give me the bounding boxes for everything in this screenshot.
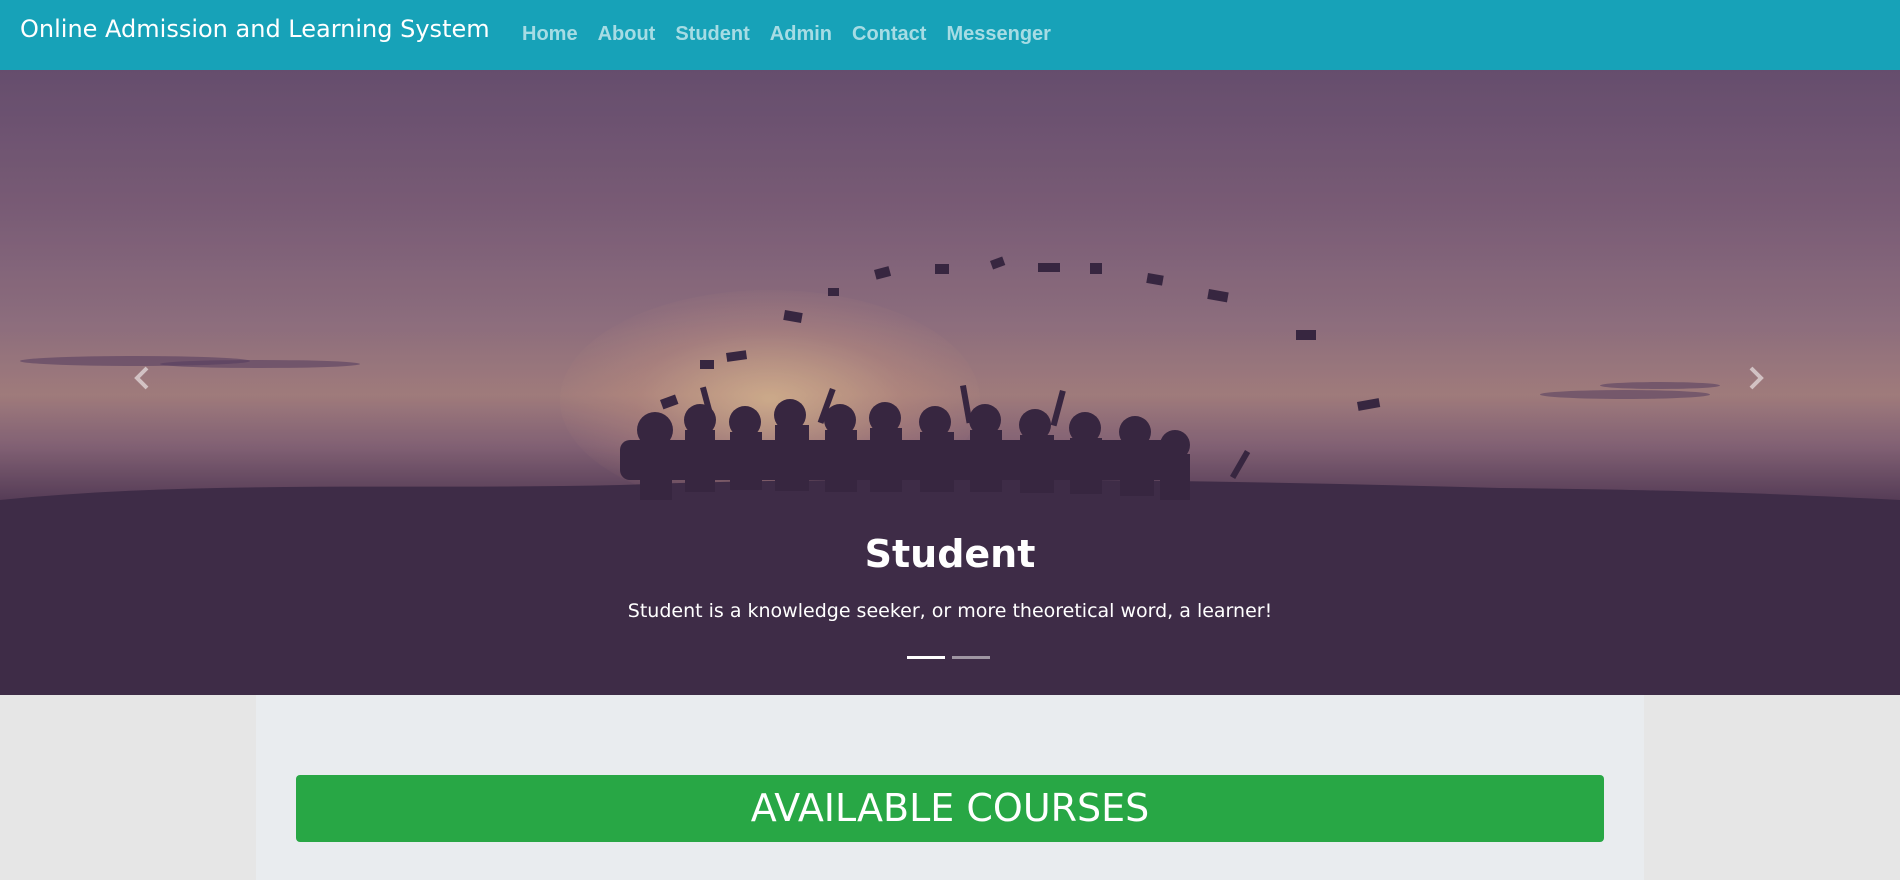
- main-content: AVAILABLE COURSES: [256, 695, 1644, 880]
- nav-link-contact[interactable]: Contact: [852, 23, 926, 46]
- nav-link-student[interactable]: Student: [675, 23, 749, 46]
- nav-link-admin[interactable]: Admin: [770, 23, 832, 46]
- site-brand[interactable]: Online Admission and Learning System: [20, 0, 490, 58]
- slide-title: Student: [864, 532, 1036, 576]
- slide-text: Student is a knowledge seeker, or more t…: [627, 600, 1273, 622]
- nav-link-about[interactable]: About: [598, 23, 656, 46]
- chevron-right-icon: [1749, 366, 1764, 390]
- carousel-caption: Student Student is a knowledge seeker, o…: [0, 532, 1900, 624]
- carousel-prev-button[interactable]: [122, 358, 162, 398]
- carousel-indicator-1[interactable]: [907, 656, 945, 659]
- carousel-indicator-2[interactable]: [952, 656, 990, 659]
- carousel-next-button[interactable]: [1736, 358, 1776, 398]
- nav-links: Home About Student Admin Contact Messeng…: [522, 0, 1071, 68]
- hero-carousel: Student Student is a knowledge seeker, o…: [0, 70, 1900, 695]
- nav-link-home[interactable]: Home: [522, 23, 578, 46]
- chevron-left-icon: [134, 366, 149, 390]
- top-navbar: Online Admission and Learning System Hom…: [0, 0, 1900, 70]
- available-courses-banner: AVAILABLE COURSES: [296, 775, 1604, 842]
- nav-link-messenger[interactable]: Messenger: [946, 23, 1051, 46]
- carousel-indicators: [907, 656, 997, 659]
